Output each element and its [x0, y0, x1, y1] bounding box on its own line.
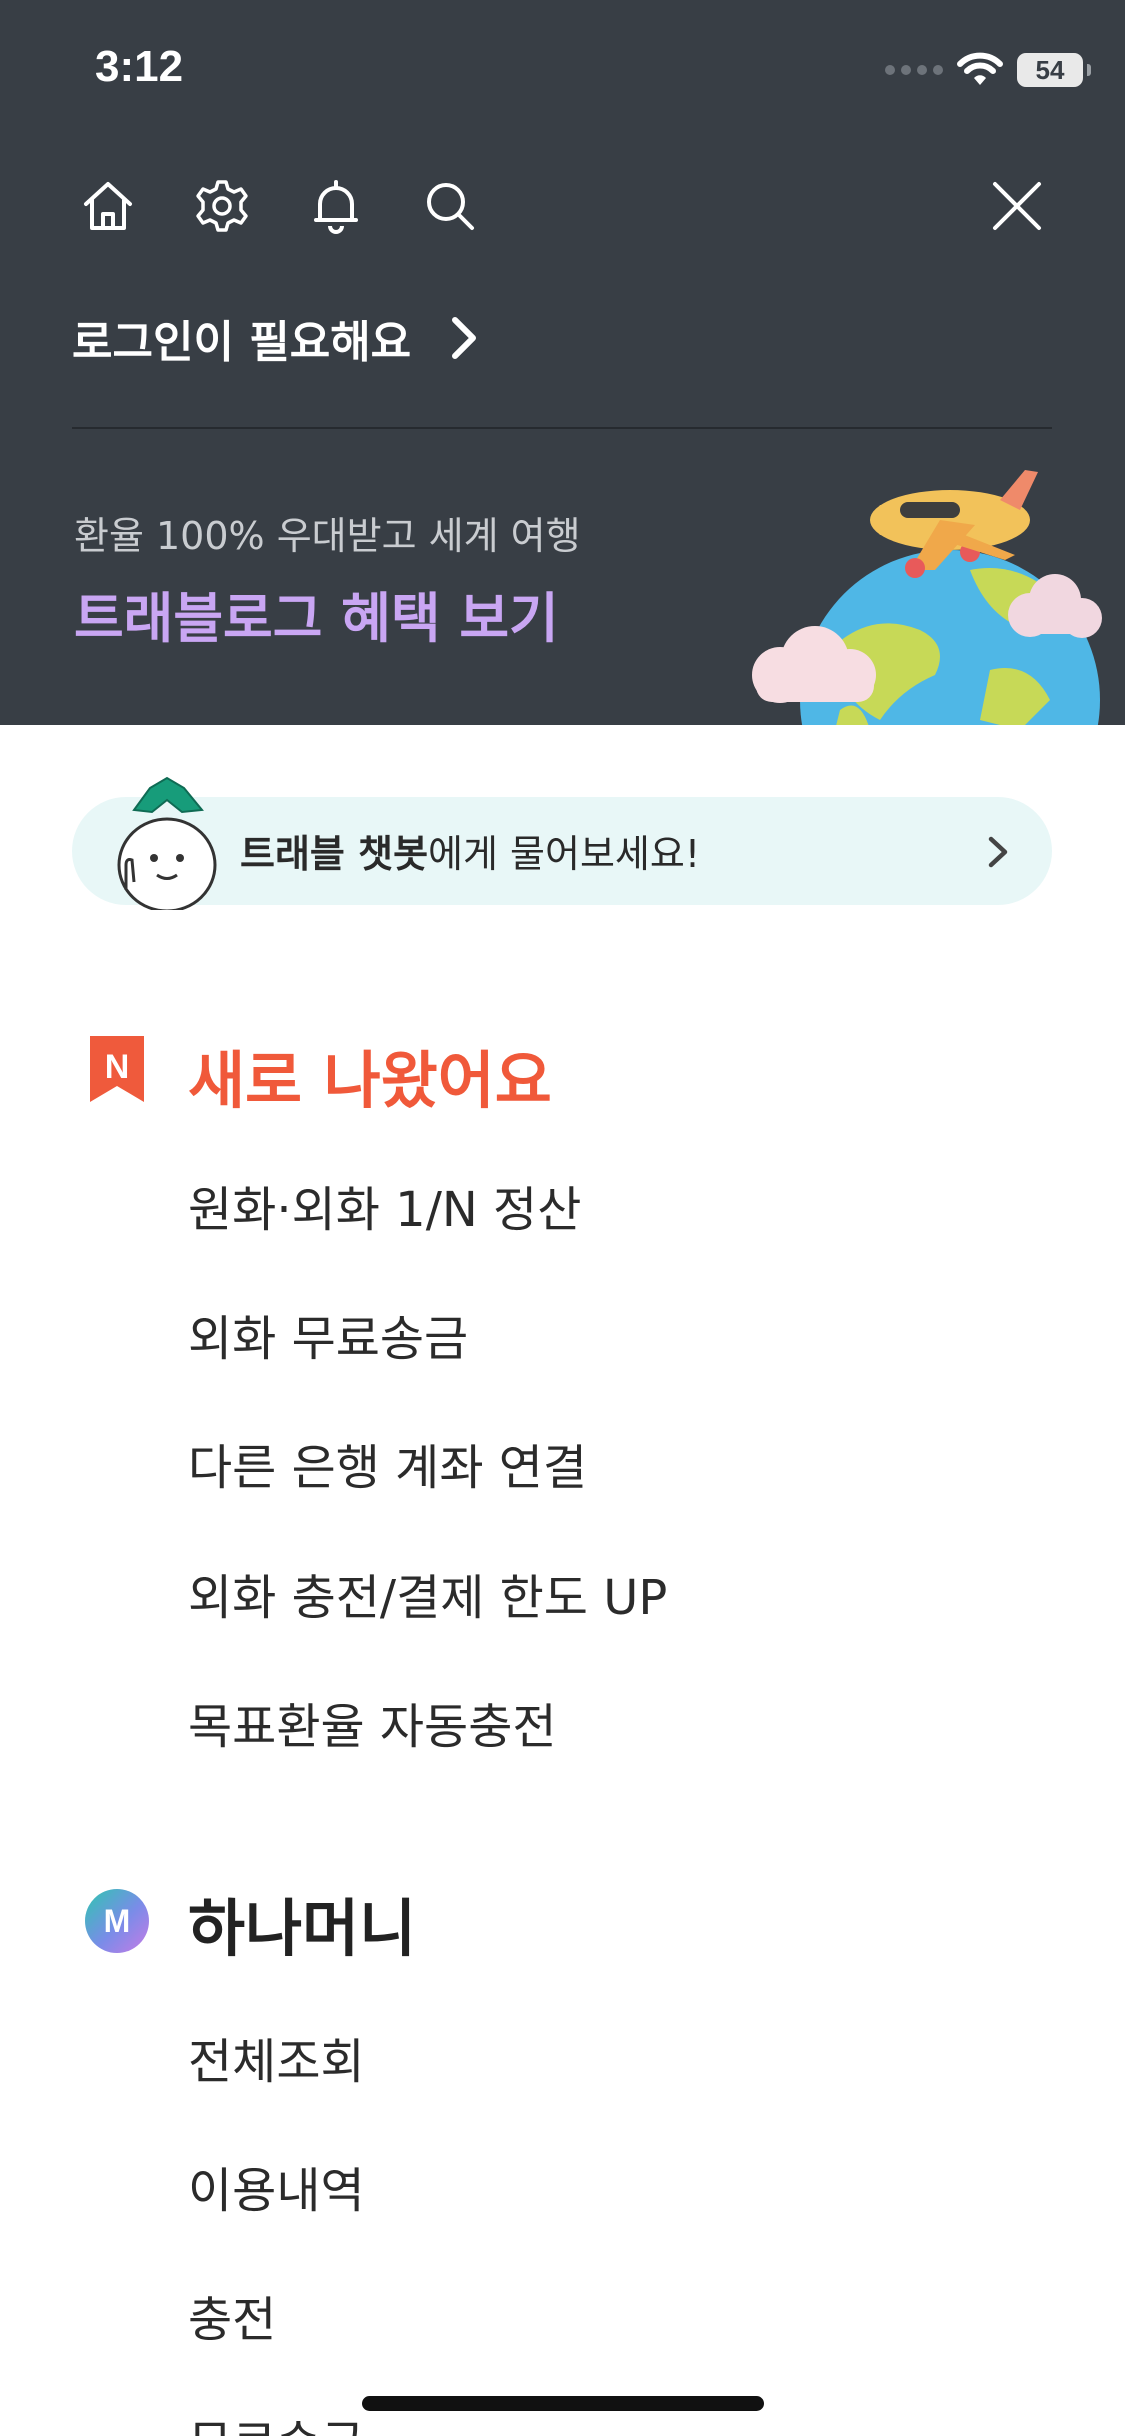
gear-icon[interactable] — [188, 172, 256, 240]
bell-icon[interactable] — [302, 172, 370, 240]
menu-item-history[interactable]: 이용내역 — [188, 2151, 365, 2221]
status-indicators: 54 — [885, 50, 1091, 90]
menu-item-view-all[interactable]: 전체조회 — [188, 2022, 365, 2092]
chatbot-label: 트래블 챗봇에게 물어보세요! — [240, 823, 700, 878]
menu-item-split[interactable]: 원화·외화 1/N 정산 — [188, 1170, 581, 1240]
hana-money-icon: M — [85, 1889, 149, 1953]
status-time: 3:12 — [95, 42, 184, 91]
header-divider — [72, 427, 1052, 429]
new-badge-letter: N — [105, 1048, 130, 1086]
globe-airplane-illustration — [752, 470, 1102, 725]
menu-item-limit-up[interactable]: 외화 충전/결제 한도 UP — [188, 1558, 667, 1628]
chevron-right-icon — [988, 836, 1008, 868]
search-icon[interactable] — [416, 172, 484, 240]
new-section-title: 새로 나왔어요 — [188, 1044, 552, 1117]
menu-item-free-transfer[interactable]: 외화 무료송금 — [188, 1299, 468, 1369]
home-icon[interactable] — [74, 172, 142, 240]
menu-item-money-transfer[interactable]: 무료송금 — [188, 2404, 365, 2436]
chevron-right-icon — [452, 317, 477, 359]
chatbot-label-rest: 에게 물어보세요! — [428, 832, 701, 876]
battery-icon: 54 — [1017, 53, 1091, 87]
menu-item-auto-charge[interactable]: 목표환율 자동충전 — [188, 1687, 557, 1757]
cellular-signal-icon — [885, 65, 943, 75]
home-indicator[interactable] — [362, 2396, 764, 2411]
menu-item-link-account[interactable]: 다른 은행 계좌 연결 — [188, 1428, 587, 1498]
menu-item-charge[interactable]: 충전 — [188, 2280, 276, 2350]
wifi-icon — [957, 52, 1003, 85]
menu-header: 3:12 54 로그인이 필요해요 환율 100% 우대받고 세계 여행 트래블… — [0, 0, 1125, 725]
menu-screen: 3:12 54 로그인이 필요해요 환율 100% 우대받고 세계 여행 트래블… — [0, 0, 1125, 2436]
money-section-title: 하나머니 — [188, 1892, 417, 1965]
chatbot-mascot-icon — [117, 776, 217, 910]
promo-subtitle: 환율 100% 우대받고 세계 여행 — [74, 514, 581, 558]
new-badge-icon: N — [90, 1036, 144, 1102]
promo-title-link[interactable]: 트래블로그 혜택 보기 — [74, 574, 559, 653]
chatbot-label-bold: 트래블 챗봇 — [240, 832, 429, 876]
hana-money-letter: M — [104, 1903, 131, 1939]
close-icon[interactable] — [983, 172, 1051, 240]
login-label: 로그인이 필요해요 — [72, 317, 412, 368]
login-link[interactable]: 로그인이 필요해요 — [72, 306, 479, 370]
